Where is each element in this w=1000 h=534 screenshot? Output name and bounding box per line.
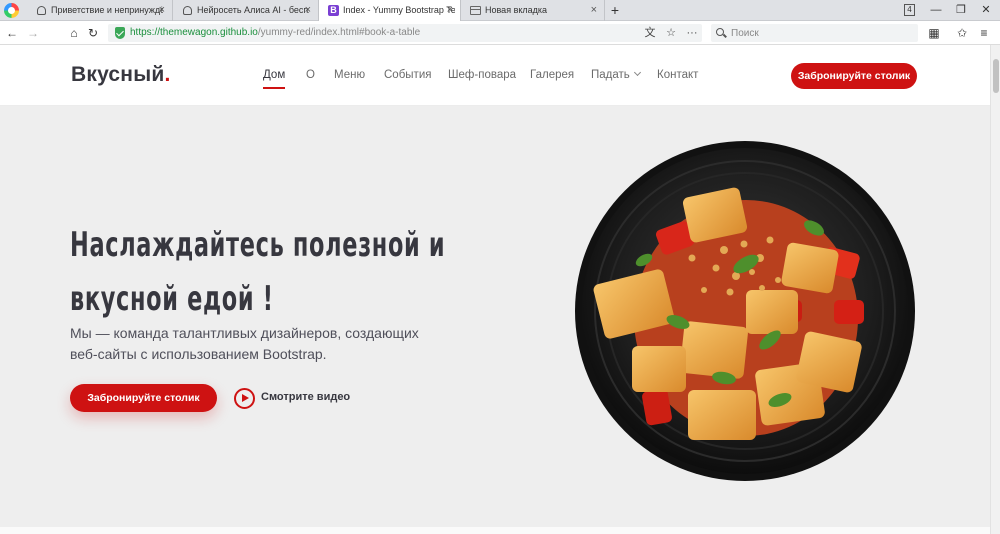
- address-bar[interactable]: https://themewagon.github.io/yummy-red/i…: [108, 24, 702, 42]
- site-logo[interactable]: Вкусный.: [71, 63, 171, 87]
- tab-close-icon[interactable]: ×: [159, 0, 165, 21]
- search-icon: [716, 28, 724, 36]
- home-button[interactable]: ⌂: [65, 23, 83, 43]
- browser-search-box[interactable]: [711, 24, 918, 42]
- page-scrollbar[interactable]: [990, 45, 1000, 534]
- browser-tab-bar: Приветствие и непринуждё × Нейросеть Али…: [0, 0, 1000, 21]
- logo-text: Вкусный: [71, 63, 165, 86]
- tab-close-icon[interactable]: ×: [591, 0, 597, 21]
- tab-close-icon[interactable]: ×: [447, 0, 453, 21]
- url-path: /yummy-red/index.html#book-a-table: [257, 27, 421, 38]
- tab-title: Index - Yummy Bootstrap Tem: [343, 5, 455, 15]
- watch-video-label: Смотрите видео: [261, 391, 351, 403]
- browser-search-input[interactable]: [731, 24, 911, 42]
- chevron-down-icon: [633, 68, 641, 77]
- hero-title-line-1: Наслаждайтесь полезной и: [70, 225, 446, 265]
- forward-button[interactable]: →: [24, 23, 42, 43]
- tab-close-icon[interactable]: ×: [305, 0, 311, 21]
- tab-count-badge[interactable]: 4: [904, 4, 915, 16]
- nav-item-dropdown[interactable]: Падать: [591, 68, 641, 81]
- food-bowl-image: [575, 141, 915, 481]
- nav-item-about[interactable]: О: [306, 69, 315, 81]
- site-header: Вкусный. Дом О Меню События Шеф-повара Г…: [0, 45, 990, 106]
- hero-title: Наслаждайтесь полезной и вкусной едой !: [70, 218, 445, 326]
- more-options-icon[interactable]: ···: [684, 24, 700, 42]
- hero-section: Наслаждайтесь полезной и вкусной едой ! …: [0, 106, 990, 534]
- browser-tab[interactable]: Приветствие и непринуждё ×: [27, 0, 173, 21]
- hero-subtitle: Мы — команда талантливых дизайнеров, соз…: [70, 325, 419, 362]
- bottom-strip: [0, 527, 990, 534]
- extensions-icon[interactable]: ▦: [925, 24, 943, 42]
- url-text[interactable]: https://themewagon.github.io/yummy-red/i…: [130, 24, 420, 42]
- alice-icon: [183, 6, 192, 15]
- reload-button[interactable]: ↻: [84, 23, 102, 43]
- nav-item-events[interactable]: События: [384, 69, 431, 81]
- security-shield-icon[interactable]: [115, 27, 125, 39]
- browser-tab[interactable]: Нейросеть Алиса AI - беспл ×: [173, 0, 319, 21]
- tab-title: Нейросеть Алиса AI - беспл: [197, 5, 309, 15]
- favorites-icon[interactable]: ✩: [953, 24, 971, 42]
- alice-icon: [37, 6, 46, 15]
- back-button[interactable]: ←: [3, 23, 21, 43]
- restore-button[interactable]: ❐: [951, 0, 971, 21]
- book-table-button[interactable]: Забронируйте столик: [791, 63, 917, 89]
- browser-tab-active[interactable]: B Index - Yummy Bootstrap Tem ×: [319, 0, 461, 21]
- bookmark-star-icon[interactable]: ☆: [663, 24, 679, 42]
- nav-item-menu[interactable]: Меню: [334, 69, 365, 81]
- menu-icon[interactable]: ≡: [975, 24, 993, 42]
- nav-item-home[interactable]: Дом: [263, 69, 286, 89]
- nav-item-contact[interactable]: Контакт: [657, 69, 698, 81]
- new-tab-button[interactable]: +: [607, 0, 623, 21]
- hero-book-table-button[interactable]: Забронируйте столик: [70, 384, 217, 412]
- tab-title: Новая вкладка: [485, 5, 548, 15]
- logo-dot: .: [164, 63, 171, 86]
- nav-dropdown-label: Падать: [591, 69, 630, 81]
- tab-title: Приветствие и непринуждё: [51, 5, 163, 15]
- hero-title-line-2: вкусной едой !: [70, 279, 274, 319]
- browser-toolbar: ← → ⌂ ↻ https://themewagon.github.io/yum…: [0, 21, 1000, 45]
- play-icon: [234, 388, 255, 409]
- minimize-button[interactable]: —: [926, 0, 946, 21]
- nav-item-chefs[interactable]: Шеф-повара: [448, 69, 516, 81]
- nav-item-gallery[interactable]: Галерея: [530, 69, 574, 81]
- close-window-button[interactable]: ✕: [976, 0, 996, 21]
- browser-tab[interactable]: Новая вкладка ×: [461, 0, 605, 21]
- scrollbar-thumb[interactable]: [993, 59, 999, 93]
- browser-logo-icon[interactable]: [4, 3, 19, 18]
- translate-icon[interactable]: 文: [642, 24, 658, 42]
- bootstrap-icon: B: [328, 5, 339, 16]
- newtab-icon: [470, 6, 481, 15]
- url-host: https://themewagon.github.io: [130, 27, 258, 38]
